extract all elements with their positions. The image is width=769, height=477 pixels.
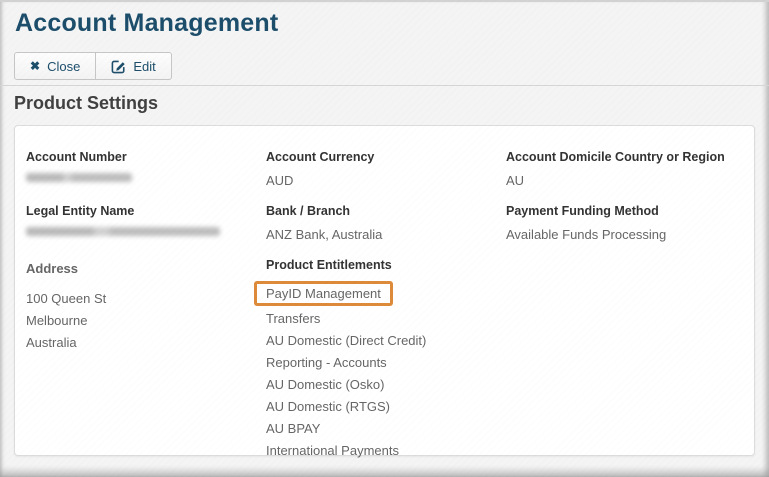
page-title: Account Management — [15, 9, 278, 38]
toolbar: ✖ Close Edit — [14, 52, 172, 80]
entitlement-item: AU Domestic (Osko) — [266, 374, 492, 396]
account-number-value-redacted — [26, 173, 132, 182]
address-label: Address — [26, 258, 252, 280]
entitlement-item: International Payments — [266, 440, 492, 462]
field-legal-entity-name: Legal Entity Name — [26, 204, 266, 242]
edit-button[interactable]: Edit — [95, 52, 171, 80]
field-payment-funding-method: Payment Funding Method Available Funds P… — [506, 204, 744, 242]
section-title: Product Settings — [14, 93, 158, 114]
account-currency-label: Account Currency — [266, 150, 492, 165]
address-line: Melbourne — [26, 310, 252, 332]
field-account-number: Account Number — [26, 150, 266, 188]
account-domicile-value: AU — [506, 173, 730, 188]
account-currency-value: AUD — [266, 173, 492, 188]
entitlement-item: AU BPAY — [266, 418, 492, 440]
address-line: Australia — [26, 332, 252, 354]
close-icon: ✖ — [30, 60, 40, 72]
field-bank-branch: Bank / Branch ANZ Bank, Australia — [266, 204, 506, 242]
edit-button-label: Edit — [133, 59, 155, 74]
field-account-currency: Account Currency AUD — [266, 150, 506, 188]
entitlement-item: Reporting - Accounts — [266, 352, 492, 374]
fields-grid: Account Number Account Currency AUD Acco… — [26, 150, 744, 477]
account-number-label: Account Number — [26, 150, 252, 165]
legal-entity-name-label: Legal Entity Name — [26, 204, 252, 219]
product-entitlements-label: Product Entitlements — [266, 258, 492, 273]
legal-entity-name-value-redacted — [26, 227, 220, 236]
edit-icon — [111, 59, 126, 74]
close-button[interactable]: ✖ Close — [14, 52, 96, 80]
highlight-annotation-box: PayID Management — [254, 281, 393, 306]
account-domicile-label: Account Domicile Country or Region — [506, 150, 730, 165]
entitlement-item: Transfers — [266, 308, 492, 330]
header-divider — [0, 85, 769, 86]
close-button-label: Close — [47, 59, 80, 74]
address-line: 100 Queen St — [26, 288, 252, 310]
field-account-domicile: Account Domicile Country or Region AU — [506, 150, 744, 188]
entitlement-item-highlighted: PayID Management — [266, 283, 492, 308]
bank-branch-value: ANZ Bank, Australia — [266, 227, 492, 242]
payment-funding-method-label: Payment Funding Method — [506, 204, 730, 219]
field-product-entitlements: Product Entitlements PayID Management Tr… — [266, 258, 506, 462]
account-management-page: Account Management ✖ Close Edit Product … — [0, 0, 769, 477]
empty-cell — [506, 258, 744, 477]
entitlement-item: AU Domestic (Direct Credit) — [266, 330, 492, 352]
product-settings-card: Account Number Account Currency AUD Acco… — [14, 125, 755, 456]
payment-funding-method-value: Available Funds Processing — [506, 227, 730, 242]
field-address: Address 100 Queen St Melbourne Australia — [26, 258, 266, 462]
bank-branch-label: Bank / Branch — [266, 204, 492, 219]
entitlement-item: AU Domestic (RTGS) — [266, 396, 492, 418]
